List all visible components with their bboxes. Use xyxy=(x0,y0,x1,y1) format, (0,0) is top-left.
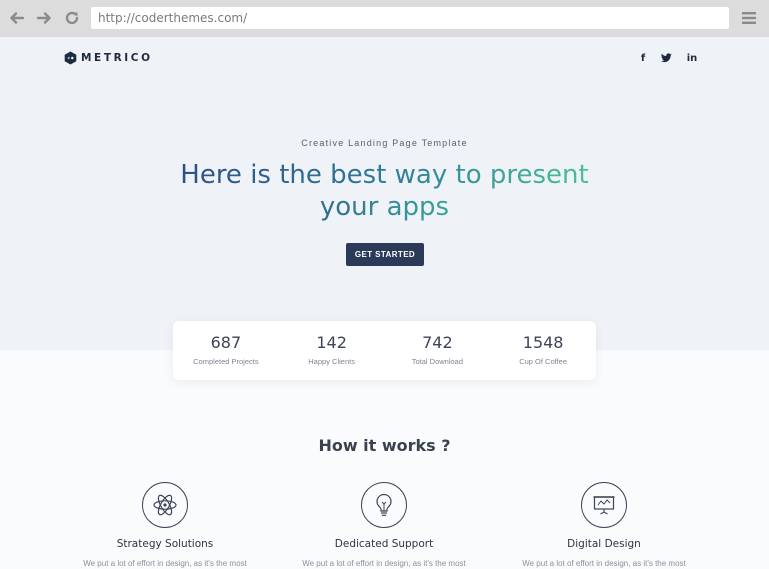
hero-headline: Here is the best way to present your app… xyxy=(0,159,769,223)
hexagon-logo-icon xyxy=(64,51,77,65)
stat-happy-clients: 142 Happy Clients xyxy=(279,321,385,380)
stat-completed-projects: 687 Completed Projects xyxy=(173,321,279,380)
feature-strategy-solutions: Strategy Solutions We put a lot of effor… xyxy=(65,482,265,568)
stat-total-download: 742 Total Download xyxy=(385,321,491,380)
linkedin-link[interactable]: in xyxy=(685,51,699,65)
hero-section: METRICO f in Creative Landing Page Templ… xyxy=(0,37,769,350)
stat-value: 687 xyxy=(210,333,242,352)
how-it-works-title: How it works ? xyxy=(318,436,451,455)
hamburger-icon xyxy=(742,12,756,24)
feature-icon-circle xyxy=(142,482,188,528)
stat-label: Completed Projects xyxy=(193,357,259,366)
stat-value: 142 xyxy=(316,333,347,352)
feature-digital-design: Digital Design We put a lot of effort in… xyxy=(504,482,704,568)
feature-title: Digital Design xyxy=(567,538,641,550)
lightbulb-icon xyxy=(376,493,392,516)
feature-description: We put a lot of effort in design, as it'… xyxy=(302,559,466,568)
reload-button[interactable] xyxy=(63,9,81,27)
feature-dedicated-support: Dedicated Support We put a lot of effort… xyxy=(284,482,484,568)
atom-icon xyxy=(153,494,177,516)
arrow-left-icon xyxy=(10,12,25,24)
twitter-icon xyxy=(660,53,672,63)
stats-card: 687 Completed Projects 142 Happy Clients… xyxy=(173,321,596,380)
facebook-icon: f xyxy=(640,52,646,64)
browser-toolbar: http://coderthemes.com/ xyxy=(0,0,769,37)
browser-menu-button[interactable] xyxy=(741,10,757,26)
presentation-icon xyxy=(593,496,615,515)
hero-eyebrow: Creative Landing Page Template xyxy=(301,138,468,148)
feature-description: We put a lot of effort in design, as it'… xyxy=(522,559,686,568)
stat-cup-of-coffee: 1548 Cup Of Coffee xyxy=(490,321,596,380)
headline-line-2: your apps xyxy=(319,192,450,222)
feature-title: Strategy Solutions xyxy=(116,538,214,550)
arrow-right-icon xyxy=(36,12,51,24)
address-bar[interactable]: http://coderthemes.com/ xyxy=(91,7,729,29)
forward-button[interactable] xyxy=(35,9,53,27)
stat-label: Cup Of Coffee xyxy=(519,357,568,366)
site-logo[interactable]: METRICO xyxy=(64,51,153,65)
feature-description: We put a lot of effort in design, as it'… xyxy=(83,559,247,568)
headline-line-1: Here is the best way to present xyxy=(180,160,589,190)
feature-title: Dedicated Support xyxy=(334,538,434,550)
facebook-link[interactable]: f xyxy=(636,51,650,65)
linkedin-icon: in xyxy=(686,52,698,64)
stat-value: 742 xyxy=(422,333,453,352)
feature-icon-circle xyxy=(581,482,627,528)
stat-label: Total Download xyxy=(411,357,464,366)
back-button[interactable] xyxy=(8,9,26,27)
reload-icon xyxy=(65,11,79,25)
get-started-button[interactable]: GET STARTED xyxy=(346,243,424,266)
stat-label: Happy Clients xyxy=(308,357,355,366)
stat-value: 1548 xyxy=(522,333,564,352)
twitter-link[interactable] xyxy=(659,51,673,65)
logo-text: METRICO xyxy=(81,52,153,64)
feature-icon-circle xyxy=(361,482,407,528)
